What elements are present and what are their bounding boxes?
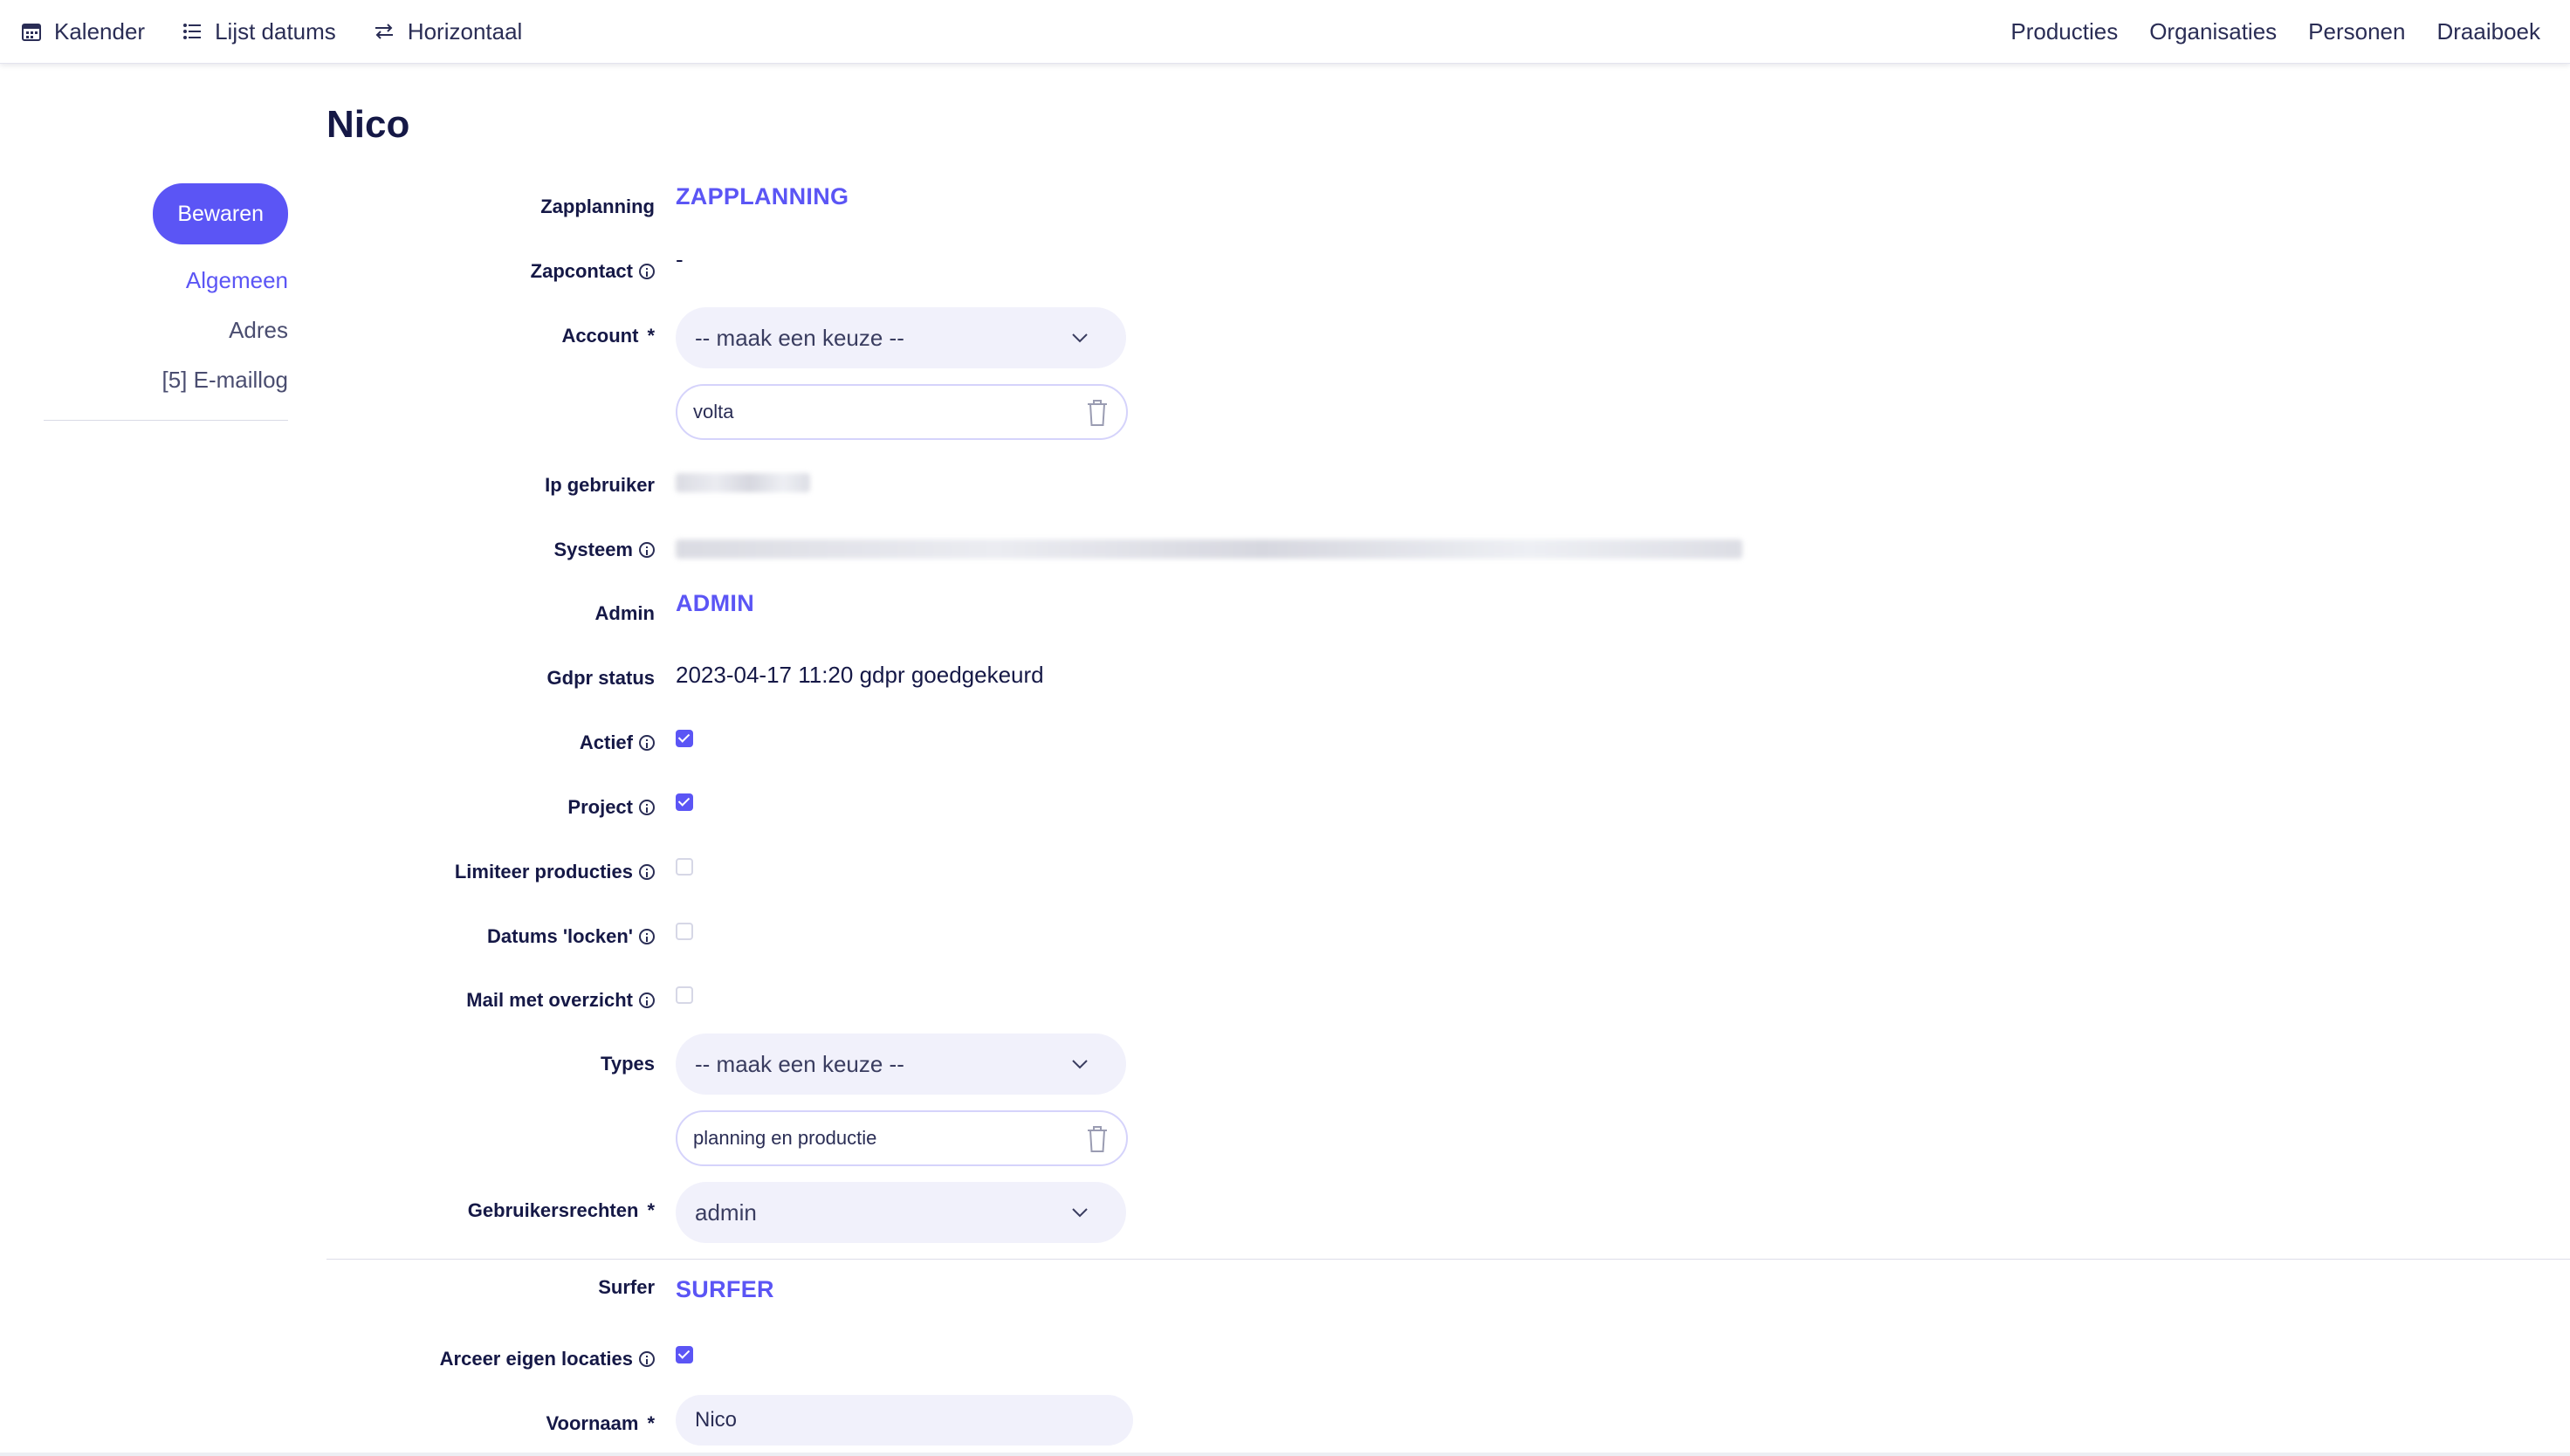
nav-organisaties[interactable]: Organisaties — [2149, 18, 2277, 45]
limiteer-label: Limiteer producties — [455, 861, 655, 883]
voornaam-label: Voornaam * — [546, 1412, 655, 1435]
label-text: Systeem — [553, 539, 633, 560]
page-title: Nico — [326, 103, 410, 146]
info-icon[interactable] — [639, 800, 655, 815]
zapcontact-value: - — [676, 246, 684, 272]
section-divider — [326, 1259, 2570, 1260]
main-menu: Producties Organisaties Personen Draaibo… — [1979, 0, 2540, 63]
surfer-label: Surfer — [598, 1276, 655, 1299]
label-text: Account — [561, 325, 639, 347]
nav-label: Lijst datums — [215, 17, 336, 45]
label-text: Types — [601, 1053, 655, 1075]
top-navigation: Kalender Lijst datums Horizontaal Produc… — [0, 0, 2570, 64]
zapcontact-label: Zapcontact — [531, 260, 655, 283]
info-icon[interactable] — [639, 264, 655, 279]
nav-personen[interactable]: Personen — [2308, 18, 2405, 45]
sidebar: Bewaren Algemeen Adres [5] E-maillog — [44, 183, 288, 421]
trash-icon[interactable] — [1084, 398, 1110, 428]
label-text: Gdpr status — [546, 667, 655, 689]
surfer-value: SURFER — [676, 1276, 774, 1302]
required-marker: * — [647, 325, 655, 347]
label-text: Admin — [594, 602, 655, 624]
admin-label: Admin — [595, 602, 655, 625]
info-icon[interactable] — [639, 1351, 655, 1367]
save-button[interactable]: Bewaren — [153, 183, 288, 244]
label-text: Actief — [579, 731, 633, 753]
gebruikersrechten-label: Gebruikersrechten * — [468, 1199, 655, 1222]
types-tag: planning en productie — [676, 1110, 1128, 1166]
select-value: -- maak een keuze -- — [695, 1050, 904, 1077]
ip-value-redacted — [676, 473, 810, 492]
actief-label: Actief — [580, 731, 655, 754]
ip-label: Ip gebruiker — [545, 474, 655, 497]
actief-checkbox[interactable] — [676, 730, 693, 747]
info-icon[interactable] — [639, 542, 655, 558]
types-label: Types — [601, 1053, 655, 1075]
label-text: Zapcontact — [530, 260, 633, 282]
info-icon[interactable] — [639, 864, 655, 880]
nav-producties[interactable]: Producties — [2010, 18, 2118, 45]
project-label: Project — [567, 796, 655, 819]
chevron-down-icon — [1072, 1060, 1088, 1069]
arceer-checkbox[interactable] — [676, 1346, 693, 1363]
label-text: Surfer — [598, 1276, 655, 1298]
nav-kalender[interactable]: Kalender — [21, 18, 145, 45]
select-value: admin — [695, 1198, 757, 1226]
calendar-icon — [22, 24, 41, 41]
nav-draaiboek[interactable]: Draaiboek — [2436, 18, 2540, 45]
label-text: Arceer eigen locaties — [439, 1348, 633, 1370]
label-text: Gebruikersrechten — [467, 1199, 639, 1221]
view-switcher: Kalender Lijst datums Horizontaal — [21, 0, 559, 63]
systeem-label: Systeem — [553, 539, 655, 561]
label-text: Voornaam — [546, 1412, 639, 1434]
mail-overzicht-label: Mail met overzicht — [466, 989, 655, 1012]
sidebar-item-emaillog[interactable]: [5] E-maillog — [44, 367, 289, 394]
label-text: Mail met overzicht — [466, 989, 633, 1011]
nav-lijst-datums[interactable]: Lijst datums — [182, 18, 336, 45]
datums-locken-label: Datums 'locken' — [487, 925, 655, 948]
chevron-down-icon — [1072, 333, 1088, 343]
label-text: Zapplanning — [540, 196, 655, 217]
info-icon[interactable] — [639, 735, 655, 751]
zapplanning-label: Zapplanning — [540, 196, 655, 218]
gdpr-label: Gdpr status — [547, 667, 655, 690]
required-marker: * — [647, 1412, 655, 1434]
voornaam-input[interactable] — [676, 1395, 1133, 1446]
systeem-value-redacted — [676, 539, 1742, 559]
arceer-label: Arceer eigen locaties — [440, 1348, 655, 1370]
label-text: Project — [567, 796, 633, 818]
nav-horizontaal[interactable]: Horizontaal — [373, 17, 523, 45]
bottom-scroll-edge — [0, 1453, 2570, 1456]
zapplanning-value: ZAPPLANNING — [676, 183, 849, 209]
project-checkbox[interactable] — [676, 793, 693, 811]
limiteer-checkbox[interactable] — [676, 858, 693, 876]
gebruikersrechten-select[interactable]: admin — [676, 1182, 1126, 1243]
mail-overzicht-checkbox[interactable] — [676, 986, 693, 1004]
datums-locken-checkbox[interactable] — [676, 923, 693, 940]
types-select[interactable]: -- maak een keuze -- — [676, 1034, 1126, 1095]
list-icon — [183, 24, 202, 39]
sidebar-item-adres[interactable]: Adres — [44, 317, 288, 344]
account-tag: volta — [676, 384, 1128, 440]
sidebar-divider — [44, 420, 288, 421]
chevron-down-icon — [1072, 1208, 1088, 1218]
account-label: Account * — [561, 325, 655, 347]
label-text: Ip gebruiker — [545, 474, 655, 496]
sidebar-item-algemeen[interactable]: Algemeen — [44, 267, 288, 294]
nav-label: Kalender — [54, 17, 146, 45]
account-select[interactable]: -- maak een keuze -- — [676, 307, 1126, 368]
info-icon[interactable] — [639, 929, 655, 944]
arrows-horizontal-icon — [375, 24, 393, 39]
select-value: -- maak een keuze -- — [695, 324, 904, 351]
nav-label: Horizontaal — [407, 17, 523, 45]
label-text: Limiteer producties — [454, 861, 633, 883]
tag-label: volta — [693, 401, 734, 422]
tag-label: planning en productie — [693, 1127, 877, 1149]
gdpr-value: 2023-04-17 11:20 gdpr goedgekeurd — [676, 662, 1044, 688]
trash-icon[interactable] — [1084, 1124, 1110, 1154]
required-marker: * — [647, 1199, 655, 1221]
info-icon[interactable] — [639, 992, 655, 1008]
label-text: Datums 'locken' — [487, 925, 633, 947]
admin-value: ADMIN — [676, 590, 754, 616]
